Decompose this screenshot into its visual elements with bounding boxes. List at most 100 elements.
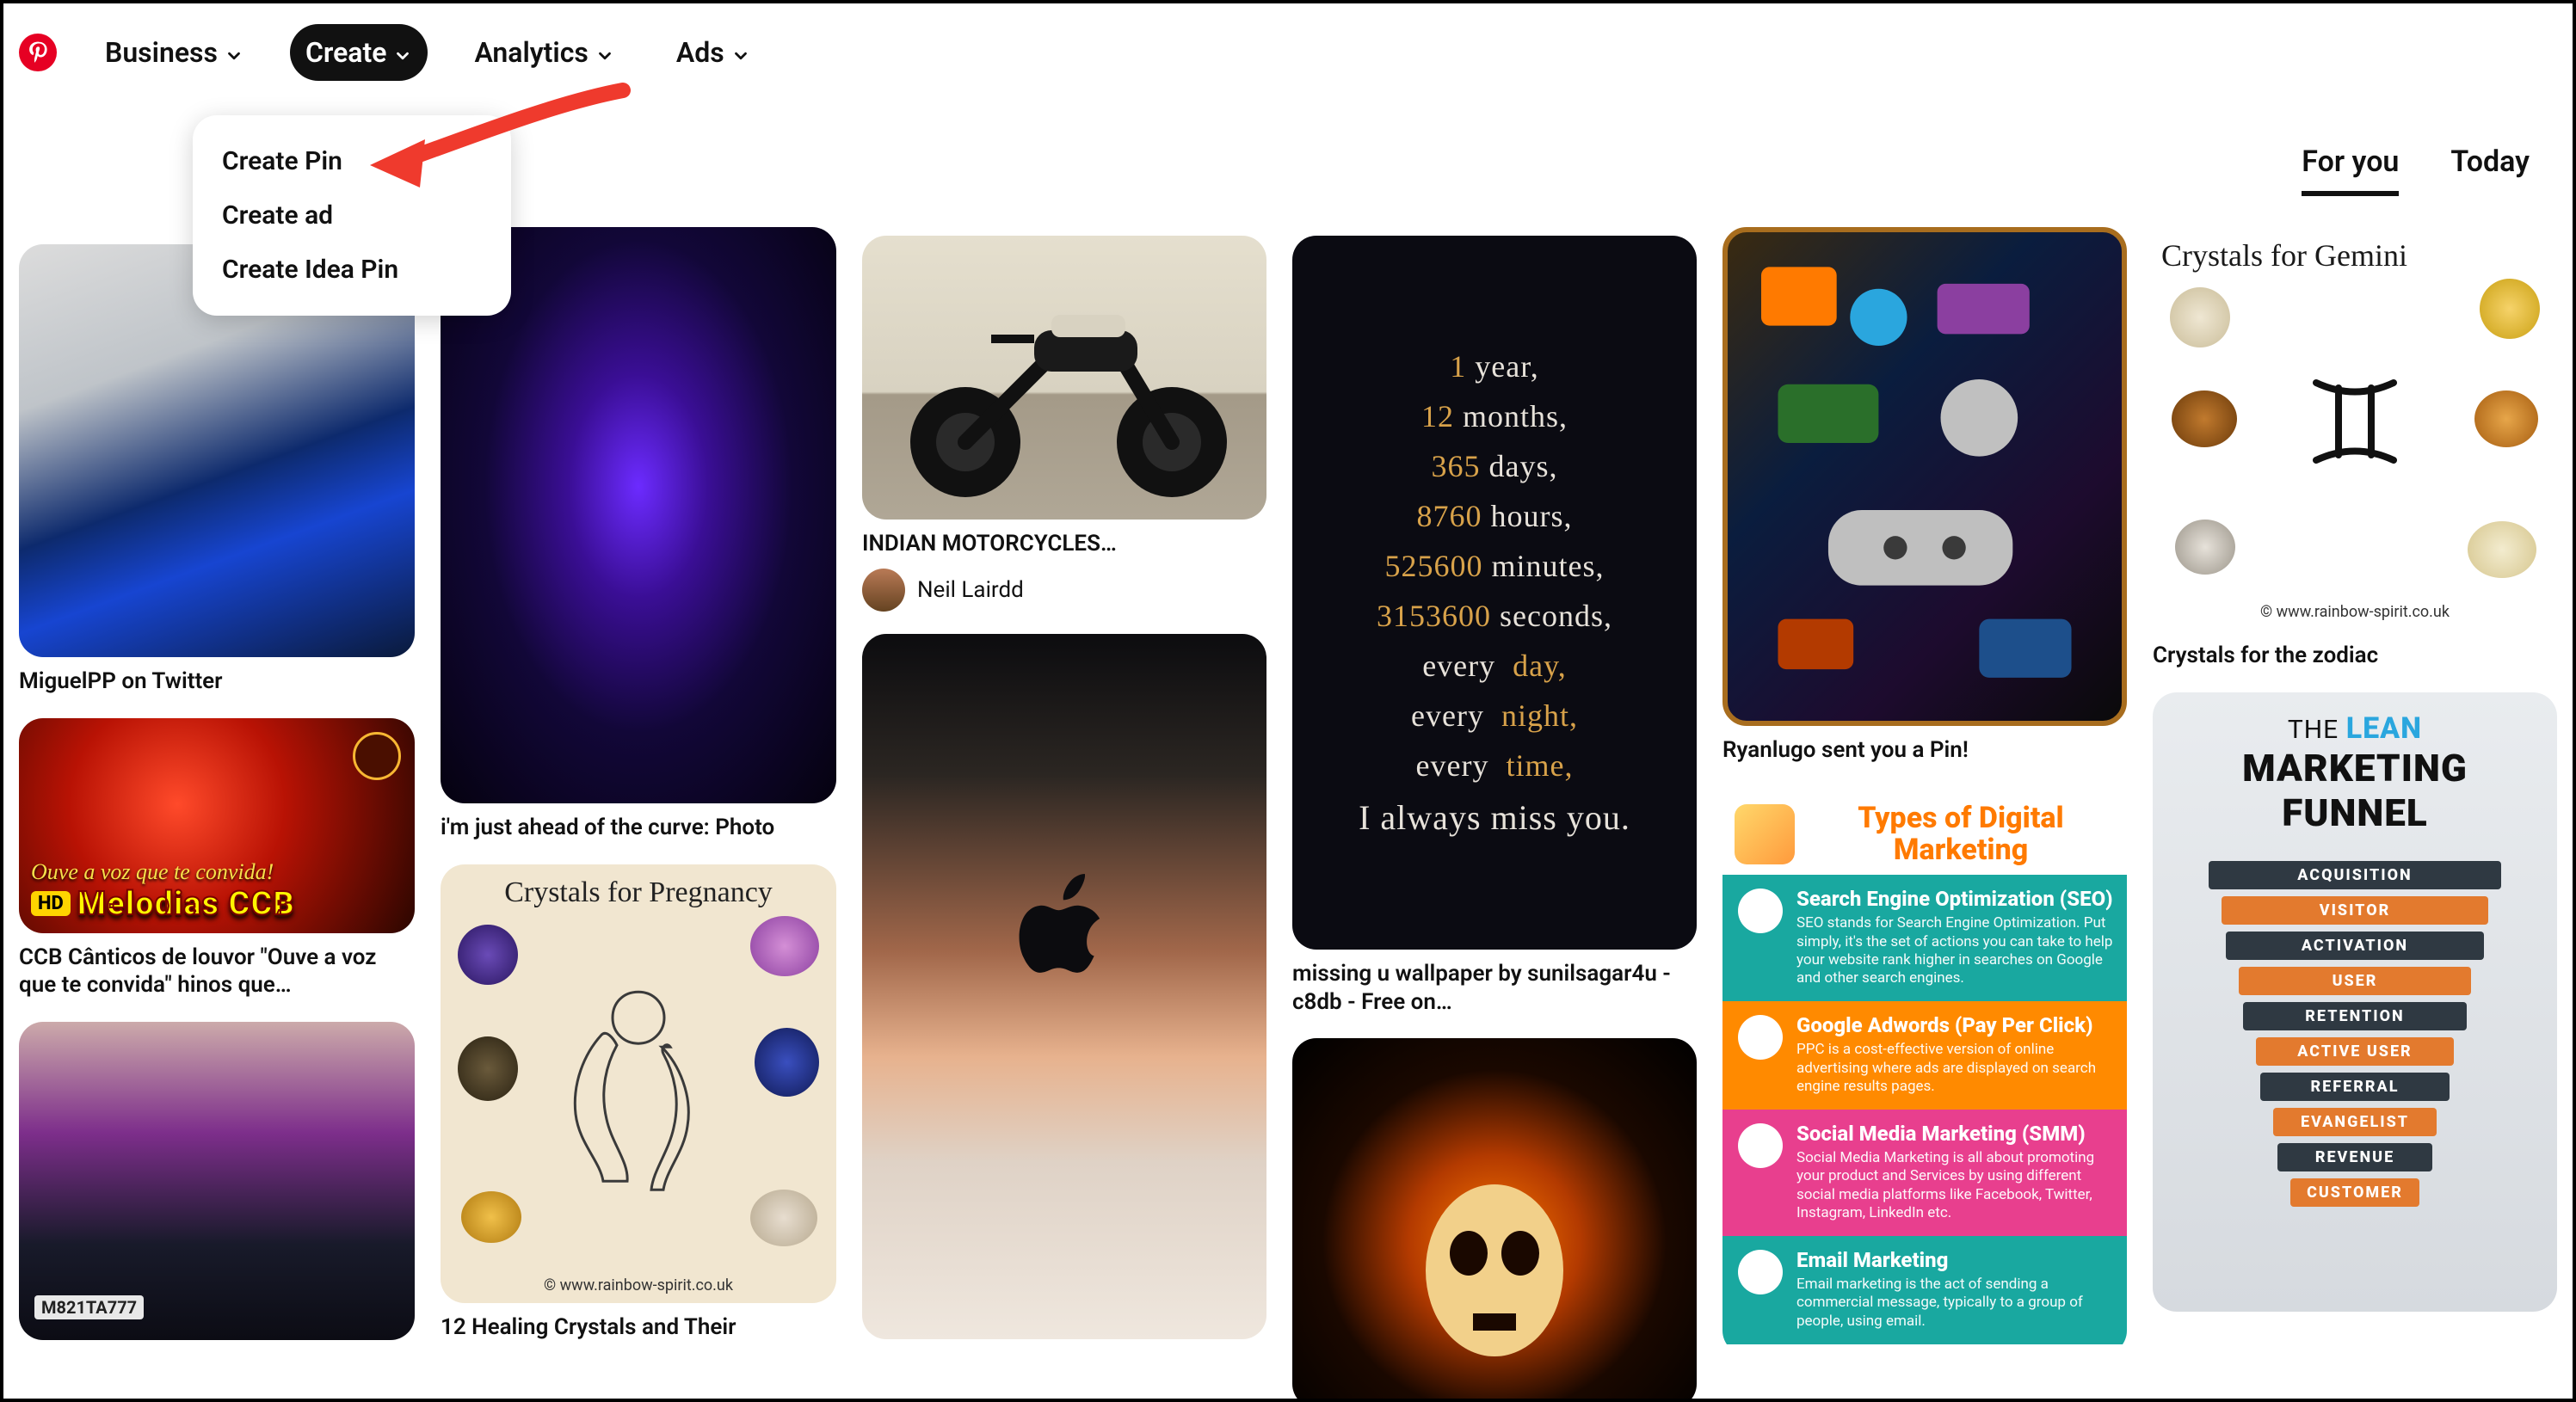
overlay-text: 1 year, [1450, 348, 1539, 384]
crystal-icon [750, 916, 819, 976]
row-heading: Search Engine Optimization (SEO) [1796, 887, 2113, 911]
ppc-icon [1738, 1015, 1783, 1060]
nav-create-label: Create [305, 36, 387, 69]
gemini-glyph-icon [2299, 366, 2411, 477]
overlay-title: Crystals for Gemini [2161, 237, 2548, 274]
pin-image: Crystals for Pregnancy © www.rainbow-spi… [441, 864, 836, 1303]
pin-lean-funnel[interactable]: THE LEAN MARKETING FUNNEL ACQUISITION VI… [2153, 692, 2557, 1312]
nav-ads[interactable]: Ads [661, 24, 766, 81]
nav-create[interactable]: Create [290, 24, 428, 81]
tab-today[interactable]: Today [2450, 145, 2530, 196]
pin-indian-motorcycle[interactable]: INDIAN MOTORCYCLES… Neil Lairdd [862, 236, 1266, 612]
funnel-bar: CUSTOMER [2290, 1178, 2419, 1207]
pin-title: INDIAN MOTORCYCLES… [862, 530, 1266, 558]
crystal-icon [458, 1036, 518, 1101]
crystal-icon [461, 1191, 521, 1243]
overlay-text: 365 days, [1432, 448, 1558, 484]
pin-image: Types of Digital Marketing Search Engine… [1722, 787, 2127, 1355]
pinterest-logo[interactable] [17, 32, 59, 73]
crystal-icon [2170, 287, 2230, 347]
funnel-bar: VISITOR [2222, 896, 2488, 925]
list-item: Email Marketing Email marketing is the a… [1722, 1236, 2127, 1344]
annotation-arrow-icon [365, 77, 640, 189]
pin-board: MiguelPP on Twitter Ouve a voz que te co… [12, 227, 2564, 1399]
smm-icon [1738, 1123, 1783, 1168]
overlay-title: Crystals for Pregnancy [451, 876, 826, 909]
overlay-text: every day, [1422, 648, 1567, 684]
pin-image: М821ТА777 [19, 1022, 415, 1340]
pin-image [1292, 1038, 1697, 1399]
crystal-icon [2175, 520, 2235, 575]
motorcycle-icon [862, 236, 1266, 520]
funnel-stack: ACQUISITION VISITOR ACTIVATION USER RETE… [2163, 861, 2547, 1207]
overlay-text: 525600 minutes, [1385, 548, 1605, 584]
crystal-icon [458, 925, 518, 985]
pin-image: THE LEAN MARKETING FUNNEL ACQUISITION VI… [2153, 692, 2557, 1312]
marketing-icon [1735, 804, 1795, 864]
column-6: Crystals for Gemini © www.rainbow-spirit… [2153, 227, 2557, 1399]
nav-ads-label: Ads [676, 36, 724, 69]
funnel-bar: USER [2239, 967, 2471, 995]
crystal-icon [750, 1190, 817, 1246]
pin-title: i'm just ahead of the curve: Photo [441, 814, 836, 842]
chevron-down-icon [731, 43, 750, 62]
column-2: i'm just ahead of the curve: Photo Cryst… [441, 227, 836, 1399]
pin-crystals-gemini[interactable]: Crystals for Gemini © www.rainbow-spirit… [2153, 227, 2557, 670]
row-heading: Email Marketing [1796, 1248, 2113, 1272]
pin-ghost-rider[interactable] [1292, 1038, 1697, 1399]
overlay-text: every night, [1411, 698, 1578, 734]
pin-image [862, 236, 1266, 520]
pin-gamer-collage[interactable]: Ryanlugo sent you a Pin! [1722, 227, 2127, 765]
pin-author[interactable]: Neil Lairdd [862, 569, 1266, 612]
author-name: Neil Lairdd [917, 577, 1024, 603]
pin-crystals-pregnancy[interactable]: Crystals for Pregnancy © www.rainbow-spi… [441, 864, 836, 1342]
avatar [862, 569, 905, 612]
nav-business[interactable]: Business [89, 24, 259, 81]
overlay-text: I always miss you. [1359, 797, 1630, 838]
pin-title: MiguelPP on Twitter [19, 667, 415, 696]
nav-analytics-label: Analytics [474, 36, 588, 69]
list-item: Social Media Marketing (SMM) Social Medi… [1722, 1110, 2127, 1236]
create-idea-pin-item[interactable]: Create Idea Pin [193, 243, 511, 297]
funnel-bar: REFERRAL [2260, 1073, 2450, 1101]
overlay-title: Melodias CCB [77, 885, 295, 923]
overlay-title: THE LEAN MARKETING FUNNEL [2163, 711, 2547, 835]
overlay-footer: © www.rainbow-spirit.co.uk [2153, 603, 2557, 621]
pin-image [862, 634, 1266, 1339]
pin-title: CCB Cânticos de louvor "Ouve a voz que t… [19, 944, 415, 999]
funnel-bar: REVENUE [2277, 1143, 2432, 1171]
email-icon [1738, 1250, 1783, 1294]
overlay-title: Types of Digital Marketing [1807, 802, 2115, 867]
overlay-text: Ouve a voz que te convida! [31, 859, 403, 885]
crystal-icon [2172, 390, 2237, 447]
chevron-down-icon [595, 43, 614, 62]
row-heading: Google Adwords (Pay Per Click) [1796, 1013, 2113, 1037]
row-text: Email marketing is the act of sending a … [1796, 1276, 2113, 1331]
pin-image: Ouve a voz que te convida! HD Melodias C… [19, 718, 415, 933]
column-4: 1 year, 12 months, 365 days, 8760 hours,… [1292, 236, 1697, 1399]
crystal-icon [755, 1028, 819, 1097]
pin-black-panther[interactable]: i'm just ahead of the curve: Photo [441, 227, 836, 842]
row-text: Social Media Marketing is all about prom… [1796, 1149, 2113, 1222]
tab-for-you[interactable]: For you [2302, 145, 2399, 196]
pin-missing-you[interactable]: 1 year, 12 months, 365 days, 8760 hours,… [1292, 236, 1697, 1016]
pin-ccb[interactable]: Ouve a voz que te convida! HD Melodias C… [19, 718, 415, 999]
nav-analytics[interactable]: Analytics [459, 24, 629, 81]
funnel-bar: ACTIVATION [2226, 932, 2484, 960]
list-item: Google Adwords (Pay Per Click) PPC is a … [1722, 1001, 2127, 1110]
seo-icon [1738, 889, 1783, 933]
overlay-text: every time, [1416, 747, 1574, 784]
collage-icon [1728, 232, 2122, 721]
pin-apple-wave[interactable] [862, 634, 1266, 1339]
funnel-bar: ACTIVE USER [2256, 1037, 2454, 1066]
pin-image [441, 227, 836, 803]
pin-digital-marketing[interactable]: Types of Digital Marketing Search Engine… [1722, 787, 2127, 1355]
pin-title: missing u wallpaper by sunilsagar4u - c8… [1292, 960, 1697, 1016]
column-5: Ryanlugo sent you a Pin! Types of Digita… [1722, 227, 2127, 1399]
crystal-icon [2468, 521, 2536, 578]
pin-bmw-smoke[interactable]: М821ТА777 [19, 1022, 415, 1340]
nav-business-label: Business [105, 36, 218, 69]
create-ad-item[interactable]: Create ad [193, 188, 511, 243]
pin-image: Crystals for Gemini © www.rainbow-spirit… [2153, 227, 2557, 631]
hd-badge: HD [31, 891, 71, 916]
